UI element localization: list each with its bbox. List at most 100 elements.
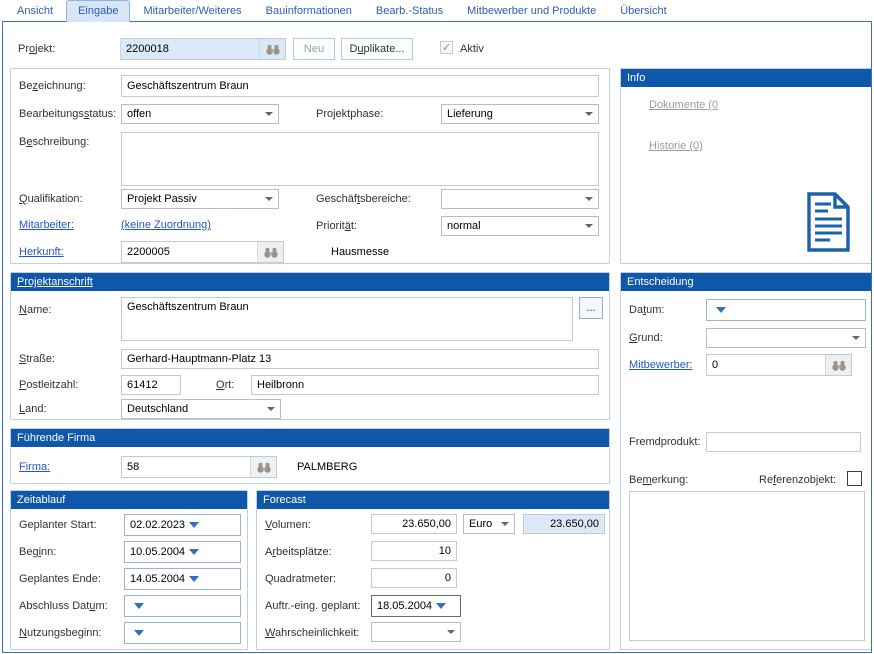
tab-eingabe[interactable]: Eingabe bbox=[66, 0, 130, 22]
mitbewerber-lookup: 0 bbox=[706, 354, 852, 376]
plz-label: Postleitzahl: bbox=[19, 379, 78, 391]
entscheidung-panel: Entscheidung Datum: Grund: Mitbewerber: … bbox=[620, 272, 872, 650]
chevron-down-icon bbox=[436, 603, 446, 609]
projektanschrift-header-link[interactable]: Projektanschrift bbox=[17, 276, 93, 288]
waehrung-select[interactable]: Euro bbox=[463, 514, 515, 534]
firma-lookup: 58 bbox=[121, 456, 277, 478]
bearbeitungsstatus-select[interactable]: offen bbox=[121, 104, 279, 124]
strasse-label: Straße: bbox=[19, 353, 55, 365]
beschreibung-label: Beschreibung: bbox=[19, 136, 89, 148]
chevron-down-icon bbox=[267, 407, 275, 411]
neu-button[interactable]: Neu bbox=[293, 38, 335, 60]
bezeichnung-input[interactable]: Geschäftszentrum Braun bbox=[121, 75, 599, 97]
geplanter-start-datepicker[interactable]: 02.02.2023 bbox=[124, 514, 241, 536]
auftragseingang-geplant-label: Auftr.-eing. geplant: bbox=[265, 600, 360, 612]
tab-ansicht[interactable]: Ansicht bbox=[6, 1, 64, 22]
forecast-panel: Forecast Volumen: 23.650,00 Euro 23.650,… bbox=[256, 490, 610, 650]
binoculars-icon[interactable] bbox=[259, 39, 285, 59]
herkunft-input[interactable]: 2200005 bbox=[122, 242, 257, 262]
binoculars-icon[interactable] bbox=[257, 242, 283, 262]
aktiv-checkbox[interactable] bbox=[440, 41, 453, 54]
bearbeitungsstatus-label: Bearbeitungsstatus: bbox=[19, 108, 116, 120]
chevron-down-icon bbox=[189, 576, 199, 582]
mitarbeiter-link[interactable]: Mitarbeiter: bbox=[19, 219, 74, 231]
beschreibung-textarea[interactable] bbox=[121, 132, 599, 186]
volumen-label: Volumen: bbox=[265, 519, 311, 531]
binoculars-icon[interactable] bbox=[825, 355, 851, 375]
binoculars-icon[interactable] bbox=[250, 457, 276, 477]
prioritaet-select[interactable]: normal bbox=[441, 216, 599, 236]
keine-zuordnung-link[interactable]: (keine Zuordnung) bbox=[121, 219, 211, 231]
tab-mitbewerber-und-produkte[interactable]: Mitbewerber und Produkte bbox=[456, 1, 607, 22]
bezeichnung-label: Bezeichnung: bbox=[19, 80, 86, 92]
dokumente-link[interactable]: Dokumente (0 bbox=[649, 99, 718, 111]
mitbewerber-link[interactable]: Mitbewerber: bbox=[629, 359, 693, 371]
historie-link[interactable]: Historie (0) bbox=[649, 140, 703, 152]
zeitablauf-panel: Zeitablauf Geplanter Start: 02.02.2023 B… bbox=[10, 490, 248, 650]
chevron-down-icon bbox=[265, 112, 273, 116]
herkunft-link[interactable]: Herkunft: bbox=[19, 246, 64, 258]
ort-label: Ort: bbox=[216, 379, 234, 391]
document-icon bbox=[806, 191, 851, 256]
quadratmeter-input[interactable]: 0 bbox=[371, 568, 457, 588]
chevron-down-icon bbox=[716, 307, 726, 313]
chevron-down-icon bbox=[585, 112, 593, 116]
chevron-down-icon bbox=[189, 549, 199, 555]
mitbewerber-input[interactable]: 0 bbox=[707, 355, 825, 375]
referenzobjekt-checkbox[interactable] bbox=[847, 471, 862, 486]
info-panel: Info Dokumente (0 Historie (0) bbox=[620, 68, 872, 264]
volumen-input[interactable]: 23.650,00 bbox=[371, 514, 457, 534]
projektdaten-group: Bezeichnung: Geschäftszentrum Braun Bear… bbox=[10, 68, 610, 264]
grund-label: Grund: bbox=[629, 332, 663, 344]
chevron-down-icon bbox=[134, 603, 144, 609]
qualifikation-select[interactable]: Projekt Passiv bbox=[121, 189, 279, 209]
projektphase-select[interactable]: Lieferung bbox=[441, 104, 599, 124]
geschaeftsbereiche-select[interactable] bbox=[441, 189, 599, 209]
plz-input[interactable]: 61412 bbox=[121, 375, 181, 395]
geplantes-ende-datepicker[interactable]: 14.05.2004 bbox=[124, 568, 241, 590]
abschluss-datum-label: Abschluss Datum: bbox=[19, 600, 108, 612]
abschluss-datum-datepicker[interactable] bbox=[124, 595, 241, 617]
fuehrende-firma-header: Führende Firma bbox=[11, 429, 609, 447]
chevron-down-icon bbox=[585, 224, 593, 228]
herkunft-name-text: Hausmesse bbox=[331, 246, 389, 258]
aktiv-label: Aktiv bbox=[460, 43, 484, 55]
projekt-input[interactable]: 2200018 bbox=[121, 39, 259, 59]
name-textarea[interactable]: Geschäftszentrum Braun bbox=[121, 297, 573, 341]
bemerkung-label: Bemerkung: bbox=[629, 474, 688, 486]
land-select[interactable]: Deutschland bbox=[121, 399, 281, 419]
ellipsis-button[interactable]: ... bbox=[579, 297, 603, 319]
ort-input[interactable]: Heilbronn bbox=[251, 375, 599, 395]
projektanschrift-panel: Projektanschrift Name: Geschäftszentrum … bbox=[10, 272, 610, 420]
arbeitsplaetze-label: Arbeitsplätze: bbox=[265, 546, 332, 558]
strasse-input[interactable]: Gerhard-Hauptmann-Platz 13 bbox=[121, 349, 599, 369]
chevron-down-icon bbox=[501, 522, 509, 526]
chevron-down-icon bbox=[585, 197, 593, 201]
grund-select[interactable] bbox=[706, 328, 866, 348]
quadratmeter-label: Quadratmeter: bbox=[265, 573, 336, 585]
fremdprodukt-input[interactable] bbox=[706, 432, 861, 452]
tab-bauinformationen[interactable]: Bauinformationen bbox=[255, 1, 363, 22]
info-panel-header: Info bbox=[621, 69, 871, 87]
firma-link[interactable]: Firma: bbox=[19, 461, 50, 473]
bemerkung-textarea[interactable] bbox=[629, 491, 865, 641]
datum-datepicker[interactable] bbox=[706, 299, 866, 321]
arbeitsplaetze-input[interactable]: 10 bbox=[371, 541, 457, 561]
beginn-label: Beginn: bbox=[19, 546, 56, 558]
projekt-label: Projekt: bbox=[18, 43, 55, 55]
tab-mitarbeiter-weiteres[interactable]: Mitarbeiter/Weiteres bbox=[132, 1, 252, 22]
chevron-down-icon bbox=[447, 630, 455, 634]
nutzungsbeginn-datepicker[interactable] bbox=[124, 622, 241, 644]
qualifikation-label: Qualifikation: bbox=[19, 193, 83, 205]
firma-input[interactable]: 58 bbox=[122, 457, 250, 477]
wahrscheinlichkeit-select[interactable] bbox=[371, 622, 461, 642]
geplantes-ende-label: Geplantes Ende: bbox=[19, 573, 101, 585]
tab-uebersicht[interactable]: Übersicht bbox=[609, 1, 677, 22]
duplikate-button[interactable]: Duplikate... bbox=[341, 38, 413, 60]
volumen-euro-readonly: 23.650,00 bbox=[523, 514, 605, 534]
tab-bearb-status[interactable]: Bearb.-Status bbox=[365, 1, 454, 22]
entscheidung-header: Entscheidung bbox=[621, 273, 871, 291]
auftragseingang-geplant-datepicker[interactable]: 18.05.2004 bbox=[371, 595, 461, 617]
beginn-datepicker[interactable]: 10.05.2004 bbox=[124, 541, 241, 563]
forecast-header: Forecast bbox=[257, 491, 609, 509]
